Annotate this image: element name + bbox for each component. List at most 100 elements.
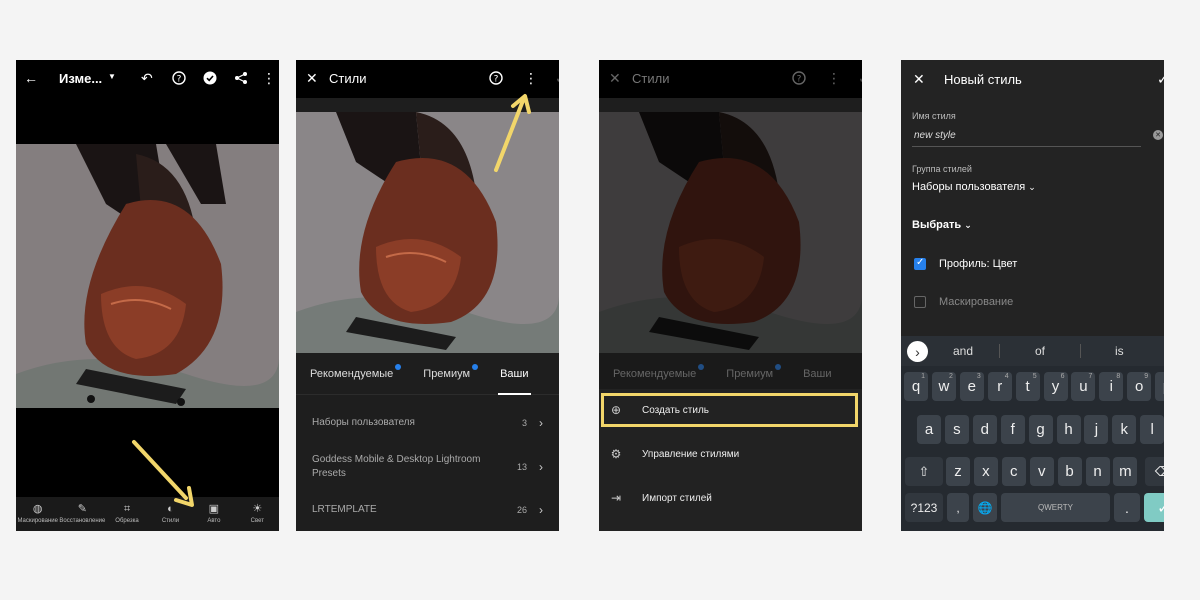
key-s[interactable]: s [944, 415, 969, 444]
top-bar: ← Изме... ▼ ↶ ? ⋮ [16, 60, 279, 98]
chevron-down-icon: ⌄ [964, 220, 972, 230]
hint-arrow-more [494, 94, 531, 172]
suggestion-bar: › and of is 🎙 [901, 336, 1164, 366]
key-z[interactable]: z [946, 457, 970, 486]
close-icon[interactable]: ✕ [609, 71, 621, 85]
key-c[interactable]: c [1001, 457, 1026, 486]
checkbox-checked[interactable]: ✓ [914, 257, 926, 270]
new-badge [472, 363, 479, 370]
key-q[interactable]: q1 [904, 372, 928, 401]
svg-text:?: ? [177, 75, 182, 85]
check-icon[interactable]: ✓ [858, 71, 862, 85]
photo-preview [599, 112, 862, 353]
style-group-label: Группа стилей [912, 164, 972, 174]
style-tabs: Рекомендуемые Премиум Ваши [296, 353, 559, 395]
style-name-field[interactable]: new style [912, 126, 1141, 147]
option-profile-color[interactable]: ✓ Профиль: Цвет [914, 257, 1017, 270]
edit-mode-title[interactable]: Изме... [59, 71, 102, 86]
key-i[interactable]: i8 [1099, 372, 1124, 401]
share-icon[interactable] [234, 71, 248, 85]
key-v[interactable]: v [1029, 457, 1054, 486]
tab-recommended[interactable]: Рекомендуемые [308, 353, 402, 395]
chevron-right-icon: › [539, 416, 543, 430]
auto-icon: ▣ [208, 503, 220, 515]
menu-manage-styles[interactable]: ⚙ Управление стилями [599, 435, 862, 473]
key-l[interactable]: l [1140, 415, 1164, 444]
list-item[interactable]: Goddess Mobile & Desktop Lightroom Prese… [296, 445, 559, 489]
option-masking[interactable]: Маскирование [914, 296, 1013, 308]
more-vert-icon[interactable]: ⋮ [827, 71, 841, 85]
dropdown-caret-icon[interactable]: ▼ [108, 73, 116, 81]
import-styles-icon: ⇥ [610, 491, 622, 505]
more-vert-icon[interactable]: ⋮ [262, 71, 276, 85]
chevron-right-icon: › [539, 503, 543, 517]
page-title: Стили [329, 71, 367, 86]
style-group-select[interactable]: Наборы пользователя ⌄ [912, 181, 1036, 193]
key-b[interactable]: b [1057, 457, 1082, 486]
key-m[interactable]: m [1113, 457, 1138, 486]
key-h[interactable]: h [1056, 415, 1081, 444]
globe-icon[interactable]: 🌐 [973, 493, 997, 522]
tool-light[interactable]: ☀ Свет [236, 497, 279, 531]
check-icon[interactable]: ✓ [1157, 72, 1164, 86]
screen-new-style: ✕ Новый стиль ✓ Имя стиля new style ✕ Гр… [901, 60, 1164, 531]
more-vert-icon[interactable]: ⋮ [524, 71, 538, 85]
key-d[interactable]: d [972, 415, 997, 444]
close-icon[interactable]: ✕ [913, 72, 925, 86]
light-icon: ☀ [252, 503, 263, 515]
key-p[interactable]: p0 [1155, 372, 1164, 401]
suggestion[interactable]: of [1035, 344, 1045, 358]
key-n[interactable]: n [1085, 457, 1110, 486]
comma-key[interactable]: , [947, 493, 969, 522]
key-r[interactable]: r4 [987, 372, 1012, 401]
tab-premium[interactable]: Премиум [421, 353, 479, 395]
shift-key[interactable]: ⇧ [905, 457, 943, 486]
help-icon[interactable]: ? [172, 71, 186, 85]
list-item[interactable]: LRTEMPLATE 26 › [296, 492, 559, 528]
suggestion[interactable]: and [953, 344, 973, 358]
select-section-toggle[interactable]: Выбрать ⌄ [912, 219, 972, 231]
menu-import-styles[interactable]: ⇥ Импорт стилей [599, 479, 862, 517]
keyboard: › and of is 🎙 q1w2e3r4t5y6u7i8o9p0 asdfg… [901, 336, 1164, 531]
tool-masking[interactable]: ◍ Маскирование [16, 497, 59, 531]
period-key[interactable]: . [1114, 493, 1140, 522]
back-arrow-icon[interactable]: ← [24, 71, 38, 85]
key-o[interactable]: o9 [1127, 372, 1152, 401]
manage-styles-icon: ⚙ [610, 447, 622, 461]
tab-yours[interactable]: Ваши [498, 353, 531, 395]
key-k[interactable]: k [1112, 415, 1137, 444]
enter-key[interactable]: ✓ [1144, 493, 1164, 522]
checkbox-unchecked[interactable] [914, 296, 926, 308]
space-key[interactable]: QWERTY [1001, 493, 1110, 522]
help-icon[interactable]: ? [489, 71, 503, 85]
key-g[interactable]: g [1028, 415, 1053, 444]
key-x[interactable]: x [973, 457, 998, 486]
close-icon[interactable]: ✕ [306, 71, 318, 85]
suggestion[interactable]: is [1115, 344, 1124, 358]
page-title: Новый стиль [944, 72, 1022, 87]
help-icon[interactable]: ? [792, 71, 806, 85]
svg-text:?: ? [797, 75, 802, 85]
key-t[interactable]: t5 [1015, 372, 1040, 401]
backspace-key[interactable]: ⌫ [1145, 457, 1164, 486]
check-icon[interactable]: ✓ [555, 71, 559, 85]
key-e[interactable]: e3 [959, 372, 984, 401]
list-item[interactable]: Наборы пользователя 3 › [296, 405, 559, 441]
new-badge [395, 363, 402, 370]
tool-healing[interactable]: ✎ Восстановление [59, 497, 105, 531]
new-badge [775, 364, 782, 370]
key-f[interactable]: f [1000, 415, 1025, 444]
key-j[interactable]: j [1084, 415, 1109, 444]
clear-icon[interactable]: ✕ [1153, 130, 1163, 140]
symbols-key[interactable]: ?123 [905, 493, 943, 522]
new-badge [698, 364, 705, 370]
key-a[interactable]: a [917, 415, 941, 444]
photo-preview[interactable] [16, 144, 279, 408]
expand-icon[interactable]: › [907, 341, 928, 362]
key-w[interactable]: w2 [931, 372, 956, 401]
mask-icon: ◍ [32, 503, 43, 515]
key-u[interactable]: u7 [1071, 372, 1096, 401]
key-y[interactable]: y6 [1043, 372, 1068, 401]
undo-icon[interactable]: ↶ [141, 71, 153, 85]
check-circle-icon[interactable] [203, 71, 217, 85]
